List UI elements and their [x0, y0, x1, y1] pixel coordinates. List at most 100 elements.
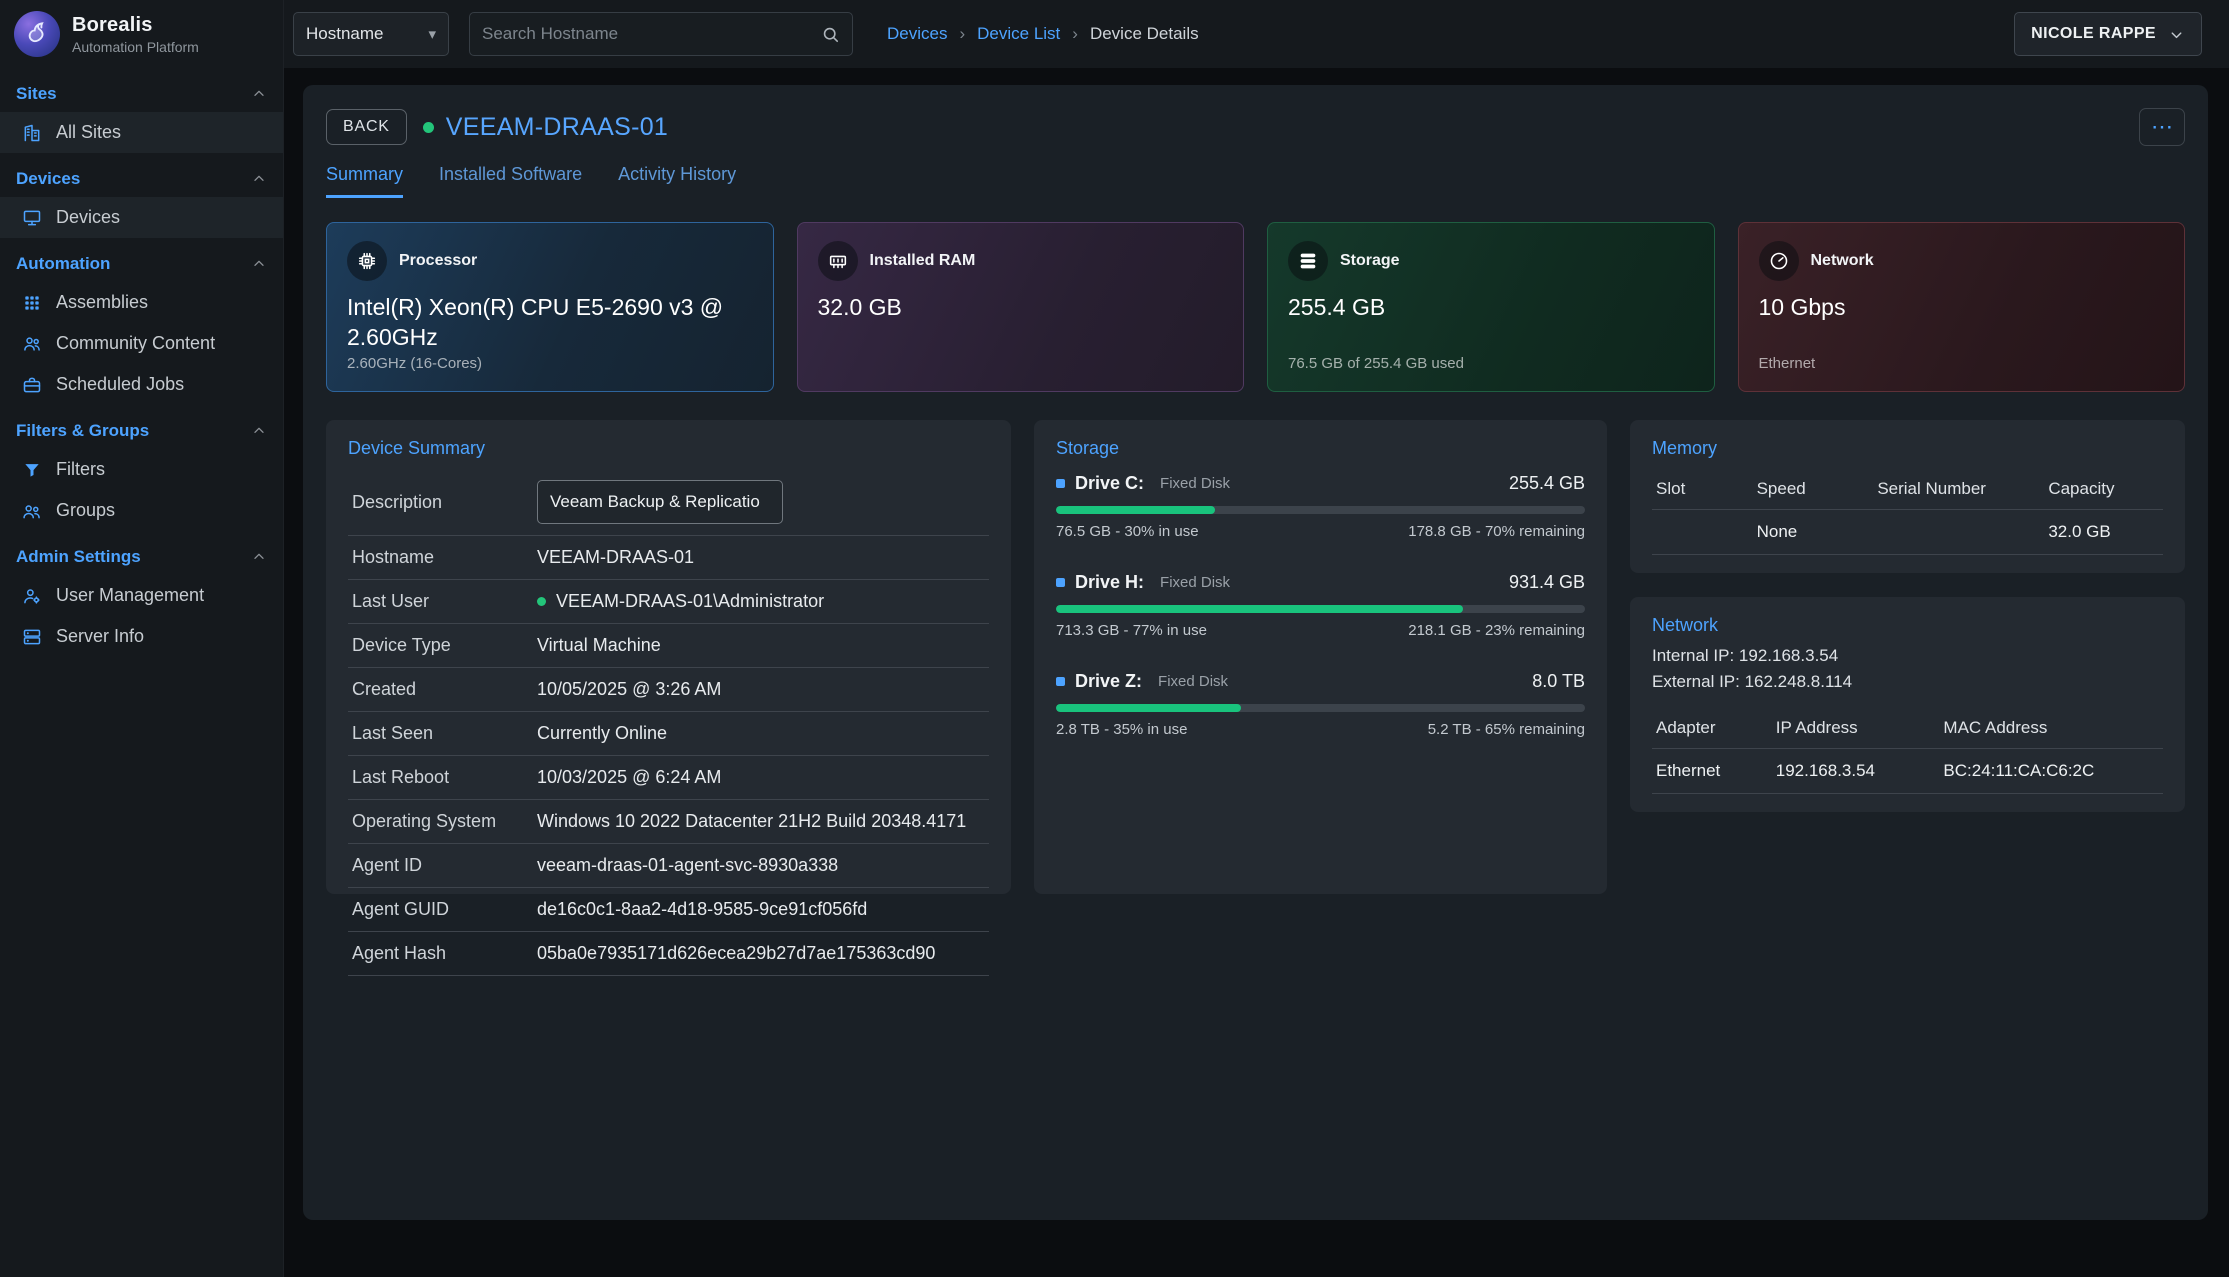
tab-activity-history[interactable]: Activity History	[618, 164, 736, 198]
building-icon	[22, 123, 42, 143]
sidebar-item-all-sites[interactable]: All Sites	[0, 112, 283, 153]
stat-value: 10 Gbps	[1759, 293, 2165, 323]
app-title: Borealis	[72, 14, 199, 37]
sidebar-section-automation: Automation Assemblies Comm	[0, 244, 283, 405]
drive-usage-bar	[1056, 704, 1585, 712]
drive-bullet-icon	[1056, 677, 1065, 686]
panel-title: Memory	[1652, 438, 2163, 459]
user-gear-icon	[22, 586, 42, 606]
caret-down-icon	[428, 24, 436, 44]
sidebar-section-admin-settings: Admin Settings User Management Server	[0, 537, 283, 657]
sidebar-item-label: Devices	[56, 207, 120, 228]
more-actions-button[interactable]: ⋯	[2139, 108, 2185, 146]
chevron-up-icon	[251, 423, 267, 439]
device-details-card: BACK VEEAM-DRAAS-01 ⋯ Summary Installed …	[303, 85, 2208, 1220]
stat-footer: Ethernet	[1759, 355, 2165, 373]
installed-ram-card: Installed RAM 32.0 GB	[797, 222, 1245, 392]
sidebar-section-header-sites[interactable]: Sites	[0, 74, 283, 112]
groups-people-icon	[22, 501, 42, 521]
stat-card-row: Processor Intel(R) Xeon(R) CPU E5-2690 v…	[326, 222, 2185, 392]
server-icon	[22, 627, 42, 647]
table-row: Agent ID veeam-draas-01-agent-svc-8930a3…	[348, 844, 989, 888]
panel-title: Device Summary	[348, 438, 989, 459]
hostname-filter-value: Hostname	[306, 24, 383, 44]
ram-chip-icon	[818, 241, 858, 281]
breadcrumb-current: Device Details	[1090, 24, 1199, 44]
online-status-dot	[423, 122, 434, 133]
sidebar-item-label: Filters	[56, 459, 105, 480]
stat-footer: 76.5 GB of 255.4 GB used	[1288, 355, 1694, 373]
device-name: VEEAM-DRAAS-01	[446, 113, 668, 142]
funnel-icon	[22, 460, 42, 480]
table-row: Last Reboot 10/03/2025 @ 6:24 AM	[348, 756, 989, 800]
sidebar-section-header-admin-settings[interactable]: Admin Settings	[0, 537, 283, 575]
sidebar: Borealis Automation Platform Sites All S…	[0, 0, 284, 1277]
storage-panel: Storage Drive C: Fixed Disk 255.4 GB 76.…	[1034, 420, 1607, 894]
sidebar-section-header-filters-groups[interactable]: Filters & Groups	[0, 411, 283, 449]
gauge-icon	[1759, 241, 1799, 281]
table-row: Ethernet 192.168.3.54 BC:24:11:CA:C6:2C	[1652, 749, 2163, 794]
sidebar-item-filters[interactable]: Filters	[0, 449, 283, 490]
sidebar-item-label: Groups	[56, 500, 115, 521]
sidebar-item-user-management[interactable]: User Management	[0, 575, 283, 616]
table-row: Operating System Windows 10 2022 Datacen…	[348, 800, 989, 844]
drive-h-block: Drive H: Fixed Disk 931.4 GB 713.3 GB - …	[1056, 572, 1585, 639]
drive-bullet-icon	[1056, 479, 1065, 488]
right-column: Memory Slot Speed Serial Number Capacity…	[1630, 420, 2185, 812]
logo-text: Borealis Automation Platform	[72, 14, 199, 55]
sidebar-item-assemblies[interactable]: Assemblies	[0, 282, 283, 323]
stat-title: Storage	[1340, 252, 1400, 270]
panel-title: Network	[1652, 615, 2163, 636]
table-row: Device Type Virtual Machine	[348, 624, 989, 668]
chevron-up-icon	[251, 86, 267, 102]
breadcrumb-device-list[interactable]: Device List	[977, 24, 1060, 44]
stat-value: 32.0 GB	[818, 293, 1224, 323]
briefcase-icon	[22, 375, 42, 395]
sidebar-section-devices: Devices Devices	[0, 159, 283, 238]
back-button[interactable]: BACK	[326, 109, 407, 145]
device-title: VEEAM-DRAAS-01	[423, 113, 668, 142]
sidebar-item-devices[interactable]: Devices	[0, 197, 283, 238]
user-menu-button[interactable]: NICOLE RAPPE	[2014, 12, 2202, 56]
description-input[interactable]	[537, 480, 783, 524]
tab-installed-software[interactable]: Installed Software	[439, 164, 582, 198]
online-status-dot	[537, 597, 546, 606]
search-input[interactable]	[482, 24, 821, 44]
internal-ip: Internal IP: 192.168.3.54	[1652, 646, 2163, 666]
sidebar-item-label: Scheduled Jobs	[56, 374, 184, 395]
sidebar-item-label: All Sites	[56, 122, 121, 143]
stat-value: 255.4 GB	[1288, 293, 1694, 323]
stat-value: Intel(R) Xeon(R) CPU E5-2690 v3 @ 2.60GH…	[347, 293, 753, 353]
sidebar-item-label: Community Content	[56, 333, 215, 354]
tab-summary[interactable]: Summary	[326, 164, 403, 198]
panel-title: Storage	[1056, 438, 1585, 459]
device-summary-panel: Device Summary Description Hostname VEEA…	[326, 420, 1011, 894]
main-content: BACK VEEAM-DRAAS-01 ⋯ Summary Installed …	[284, 68, 2229, 1277]
breadcrumb-devices[interactable]: Devices	[887, 24, 947, 44]
sidebar-item-scheduled-jobs[interactable]: Scheduled Jobs	[0, 364, 283, 405]
breadcrumb-separator	[959, 24, 965, 44]
search-icon[interactable]	[821, 25, 840, 44]
chevron-up-icon	[251, 256, 267, 272]
app-subtitle: Automation Platform	[72, 39, 199, 55]
tabs: Summary Installed Software Activity Hist…	[326, 164, 2185, 198]
drive-usage-bar	[1056, 605, 1585, 613]
stat-title: Processor	[399, 252, 477, 270]
stat-title: Installed RAM	[870, 252, 976, 270]
drive-usage-fill	[1056, 605, 1463, 613]
search-box	[469, 12, 853, 56]
sidebar-item-groups[interactable]: Groups	[0, 490, 283, 531]
table-row: Last Seen Currently Online	[348, 712, 989, 756]
hostname-filter-select[interactable]: Hostname	[293, 12, 449, 56]
sidebar-section-header-devices[interactable]: Devices	[0, 159, 283, 197]
table-row: Agent GUID de16c0c1-8aa2-4d18-9585-9ce91…	[348, 888, 989, 932]
stat-footer	[818, 355, 1224, 373]
drive-usage-fill	[1056, 704, 1241, 712]
chevron-down-icon	[2168, 26, 2185, 43]
sidebar-item-community-content[interactable]: Community Content	[0, 323, 283, 364]
sidebar-item-server-info[interactable]: Server Info	[0, 616, 283, 657]
assemblies-grid-icon	[22, 293, 42, 313]
sidebar-section-header-automation[interactable]: Automation	[0, 244, 283, 282]
table-row: Hostname VEEAM-DRAAS-01	[348, 536, 989, 580]
sidebar-section-filters-groups: Filters & Groups Filters Groups	[0, 411, 283, 531]
